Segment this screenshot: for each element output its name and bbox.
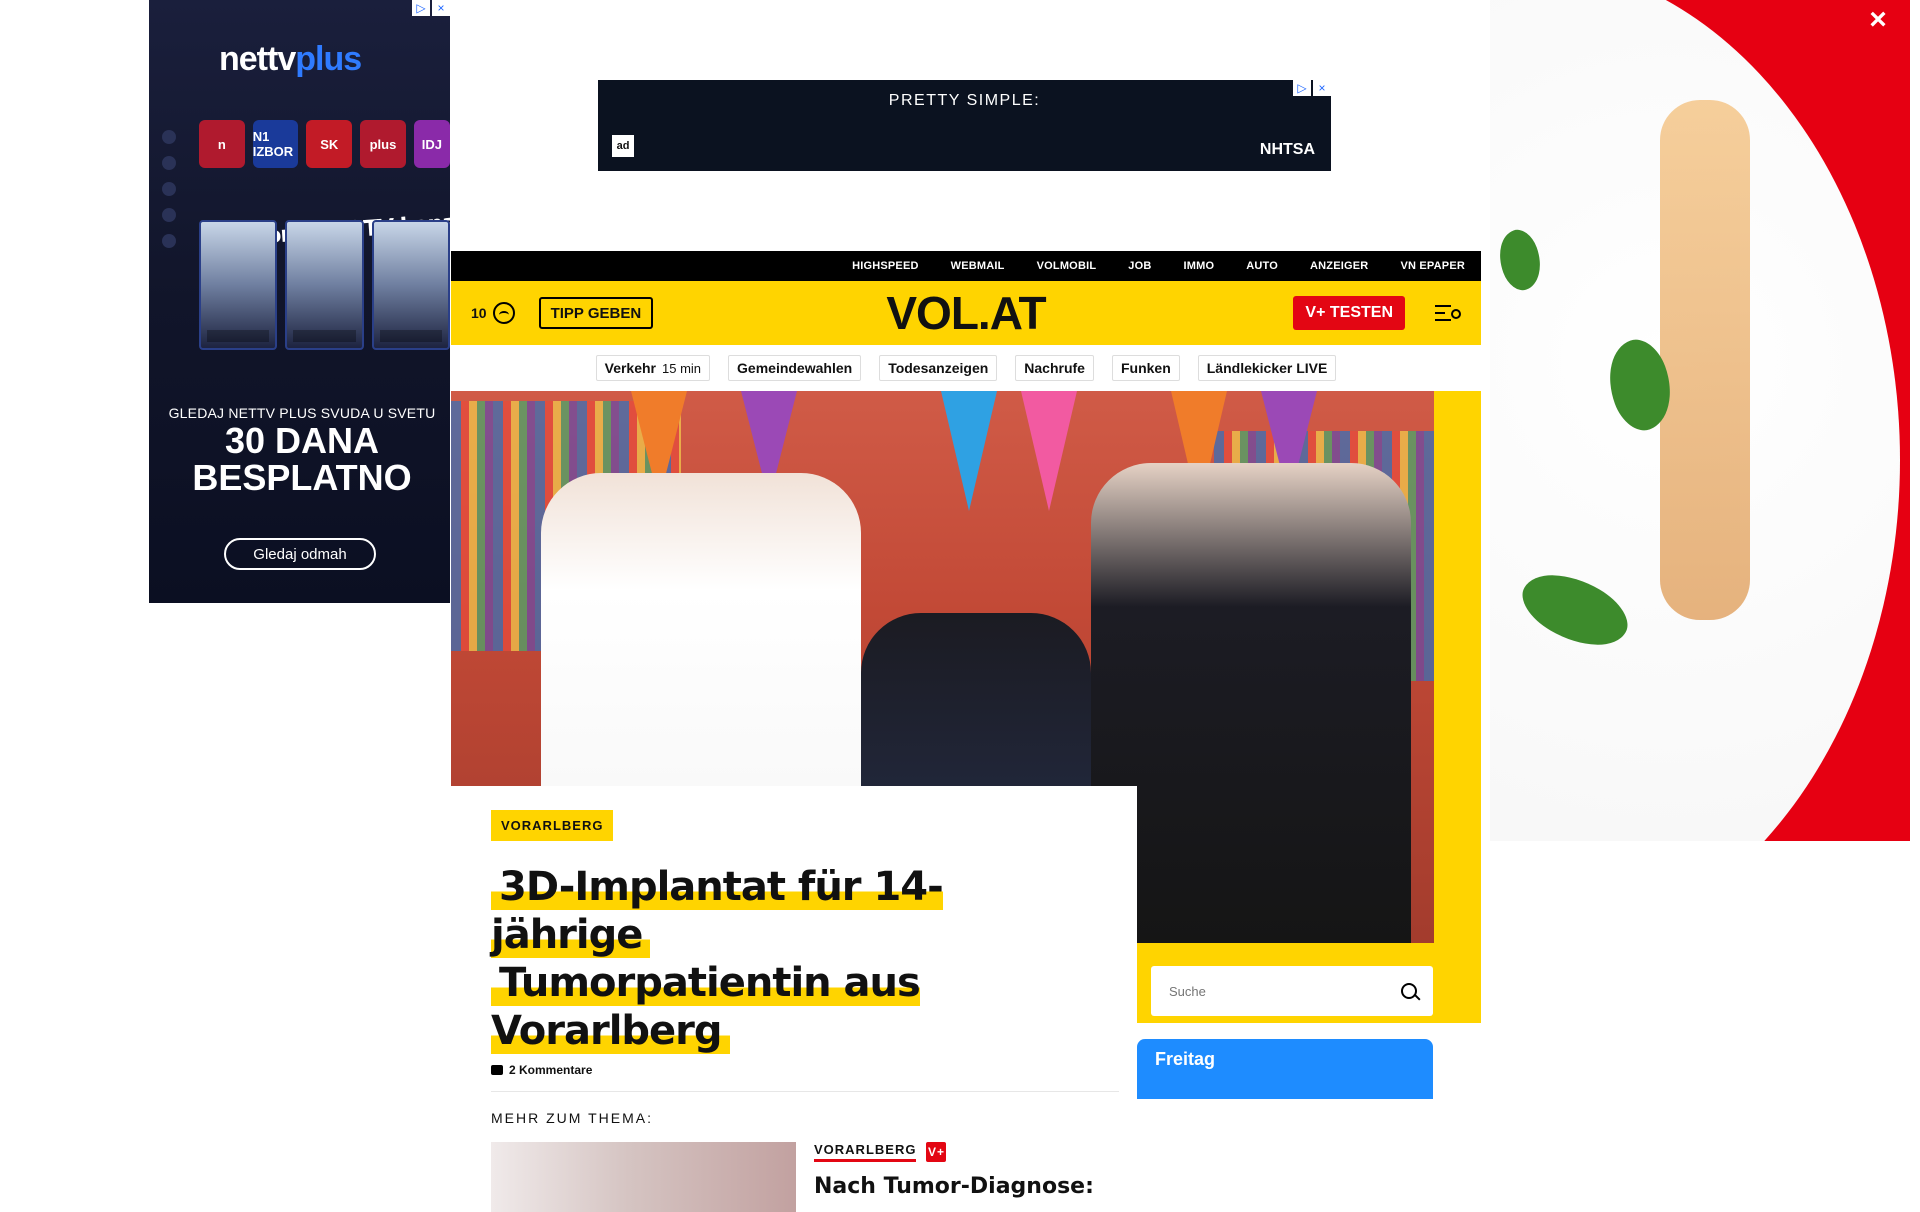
related-title[interactable]: Nach Tumor-Diagnose: bbox=[814, 1174, 1094, 1199]
adchoice-icon[interactable]: ▷ bbox=[412, 0, 430, 16]
divider bbox=[491, 1091, 1119, 1092]
search-box[interactable] bbox=[1151, 966, 1433, 1016]
more-title: MEHR ZUM THEMA: bbox=[491, 1110, 653, 1126]
ad-people bbox=[199, 220, 450, 350]
comments-link[interactable]: 2 Kommentare bbox=[491, 1063, 1097, 1077]
quick-links: Verkehr 15 min Gemeindewahlen Todesanzei… bbox=[451, 345, 1481, 391]
top-link-volmobil[interactable]: VOLMOBIL bbox=[1037, 260, 1097, 272]
header-right: V+ TESTEN bbox=[1293, 296, 1461, 330]
top-link-anzeiger[interactable]: ANZEIGER bbox=[1310, 260, 1368, 272]
article-category[interactable]: VORARLBERG bbox=[491, 810, 614, 841]
rail-icon bbox=[162, 182, 176, 196]
ad-close-icon[interactable]: × bbox=[432, 0, 450, 16]
related-category-row: VORARLBERG V+ bbox=[814, 1142, 1094, 1162]
notification-counter[interactable]: 10 bbox=[471, 302, 515, 324]
quick-link-gemeindewahlen[interactable]: Gemeindewahlen bbox=[728, 355, 862, 381]
ad-badge: ad bbox=[612, 135, 634, 157]
brand-plus: plus bbox=[295, 40, 362, 78]
person-image bbox=[199, 220, 278, 350]
person-image bbox=[285, 220, 364, 350]
comment-icon bbox=[491, 1065, 503, 1075]
top-link-immo[interactable]: IMMO bbox=[1183, 260, 1214, 272]
left-ad[interactable]: ▷ × nettvplus n N1 IZBOR SK plus IDJ Tvo… bbox=[149, 0, 470, 603]
top-links-bar: HIGHSPEED WEBMAIL VOLMOBIL JOB IMMO AUTO… bbox=[451, 251, 1481, 281]
face-icon bbox=[492, 302, 515, 324]
ad-title: PRETTY SIMPLE: bbox=[888, 92, 1041, 109]
headline-line: Tumorpatientin aus Vorarlberg bbox=[491, 960, 921, 1054]
ad-promo-big: 30 DANA BESPLATNO bbox=[192, 420, 412, 498]
pill-sub: 15 min bbox=[662, 360, 702, 376]
pill-label: Ländlekicker LIVE bbox=[1206, 360, 1328, 376]
search-icon[interactable] bbox=[1401, 983, 1417, 999]
ad-brand: nettvplus bbox=[219, 40, 362, 79]
top-link-job[interactable]: JOB bbox=[1128, 260, 1151, 272]
pill-label: Verkehr bbox=[604, 360, 656, 376]
person-man bbox=[1091, 463, 1411, 943]
top-link-vn-epaper[interactable]: VN EPAPER bbox=[1400, 260, 1465, 272]
search-input[interactable] bbox=[1167, 982, 1387, 1000]
related-category[interactable]: VORARLBERG bbox=[814, 1142, 917, 1162]
menu-search-icon[interactable] bbox=[1435, 303, 1461, 323]
crust-shape bbox=[1660, 100, 1750, 620]
top-link-webmail[interactable]: WEBMAIL bbox=[951, 260, 1005, 272]
weather-card[interactable]: Freitag bbox=[1137, 1039, 1433, 1099]
quick-link-funken[interactable]: Funken bbox=[1111, 355, 1180, 381]
site-logo[interactable]: VOL.AT bbox=[886, 290, 1046, 336]
channel-tile: N1 IZBOR bbox=[252, 120, 299, 168]
vplus-badge: V+ bbox=[926, 1142, 947, 1162]
close-icon[interactable]: × bbox=[1864, 5, 1892, 35]
article-card: VORARLBERG 3D-Implantat für 14-jährige T… bbox=[451, 786, 1137, 1212]
flag bbox=[941, 391, 997, 511]
brand-main: nettv bbox=[219, 40, 296, 78]
pill-label: Gemeindewahlen bbox=[737, 360, 853, 376]
comments-count: 2 Kommentare bbox=[509, 1063, 593, 1077]
headline-line: 3D-Implantat für 14-jährige bbox=[491, 864, 944, 958]
rail-icon bbox=[162, 156, 176, 170]
flag bbox=[1021, 391, 1077, 511]
hero-section: VORARLBERG 3D-Implantat für 14-jährige T… bbox=[451, 391, 1481, 1212]
channel-row: n N1 IZBOR SK plus IDJ bbox=[199, 120, 450, 168]
channel-tile: SK bbox=[306, 120, 353, 168]
pill-label: Funken bbox=[1120, 360, 1171, 376]
top-banner-ad[interactable]: ▷ × PRETTY SIMPLE: ad NHTSA bbox=[598, 80, 1331, 171]
quick-link-todesanzeigen[interactable]: Todesanzeigen bbox=[879, 355, 998, 381]
quick-link-verkehr[interactable]: Verkehr 15 min bbox=[595, 355, 711, 381]
ad-side-rail bbox=[157, 130, 181, 248]
top-link-auto[interactable]: AUTO bbox=[1246, 260, 1278, 272]
right-ad[interactable]: × bbox=[1490, 0, 1910, 841]
channel-tile: IDJ bbox=[413, 120, 450, 168]
rail-icon bbox=[162, 234, 176, 248]
tip-button[interactable]: TIPP GEBEN bbox=[538, 297, 654, 329]
person-image bbox=[371, 220, 450, 350]
vplus-button[interactable]: V+ TESTEN bbox=[1293, 296, 1405, 330]
header-left: 10 TIPP GEBEN bbox=[471, 297, 654, 329]
adchoices[interactable]: ▷ × bbox=[412, 0, 450, 16]
article-headline[interactable]: 3D-Implantat für 14-jährige Tumorpatient… bbox=[491, 863, 1097, 1055]
related-thumbnail[interactable] bbox=[491, 1142, 796, 1212]
ad-brand: NHTSA bbox=[1259, 141, 1315, 158]
related-item[interactable]: VORARLBERG V+ Nach Tumor-Diagnose: bbox=[491, 1142, 1097, 1212]
quick-link-nachrufe[interactable]: Nachrufe bbox=[1015, 355, 1094, 381]
related-text: VORARLBERG V+ Nach Tumor-Diagnose: bbox=[814, 1142, 1094, 1212]
pill-label: Todesanzeigen bbox=[888, 360, 989, 376]
channel-tile: n bbox=[199, 120, 245, 168]
channel-tile: plus bbox=[360, 120, 406, 168]
ad-promo-line: GLEDAJ NETTV PLUS SVUDA U SVETU bbox=[168, 405, 436, 421]
notification-count: 10 bbox=[471, 305, 487, 321]
top-link-highspeed[interactable]: HIGHSPEED bbox=[852, 260, 919, 272]
quick-link-laendlekicker-live[interactable]: Ländlekicker LIVE bbox=[1197, 355, 1337, 381]
site-header: 10 TIPP GEBEN VOL.AT V+ TESTEN bbox=[451, 281, 1481, 345]
weather-day: Freitag bbox=[1155, 1049, 1216, 1069]
site-wrap: HIGHSPEED WEBMAIL VOLMOBIL JOB IMMO AUTO… bbox=[451, 251, 1481, 1212]
pill-label: Nachrufe bbox=[1024, 360, 1085, 376]
rail-icon bbox=[162, 208, 176, 222]
rail-icon bbox=[162, 130, 176, 144]
ad-cta-button[interactable]: Gledaj odmah bbox=[224, 538, 376, 570]
hero-yellow-side bbox=[1434, 391, 1481, 1021]
